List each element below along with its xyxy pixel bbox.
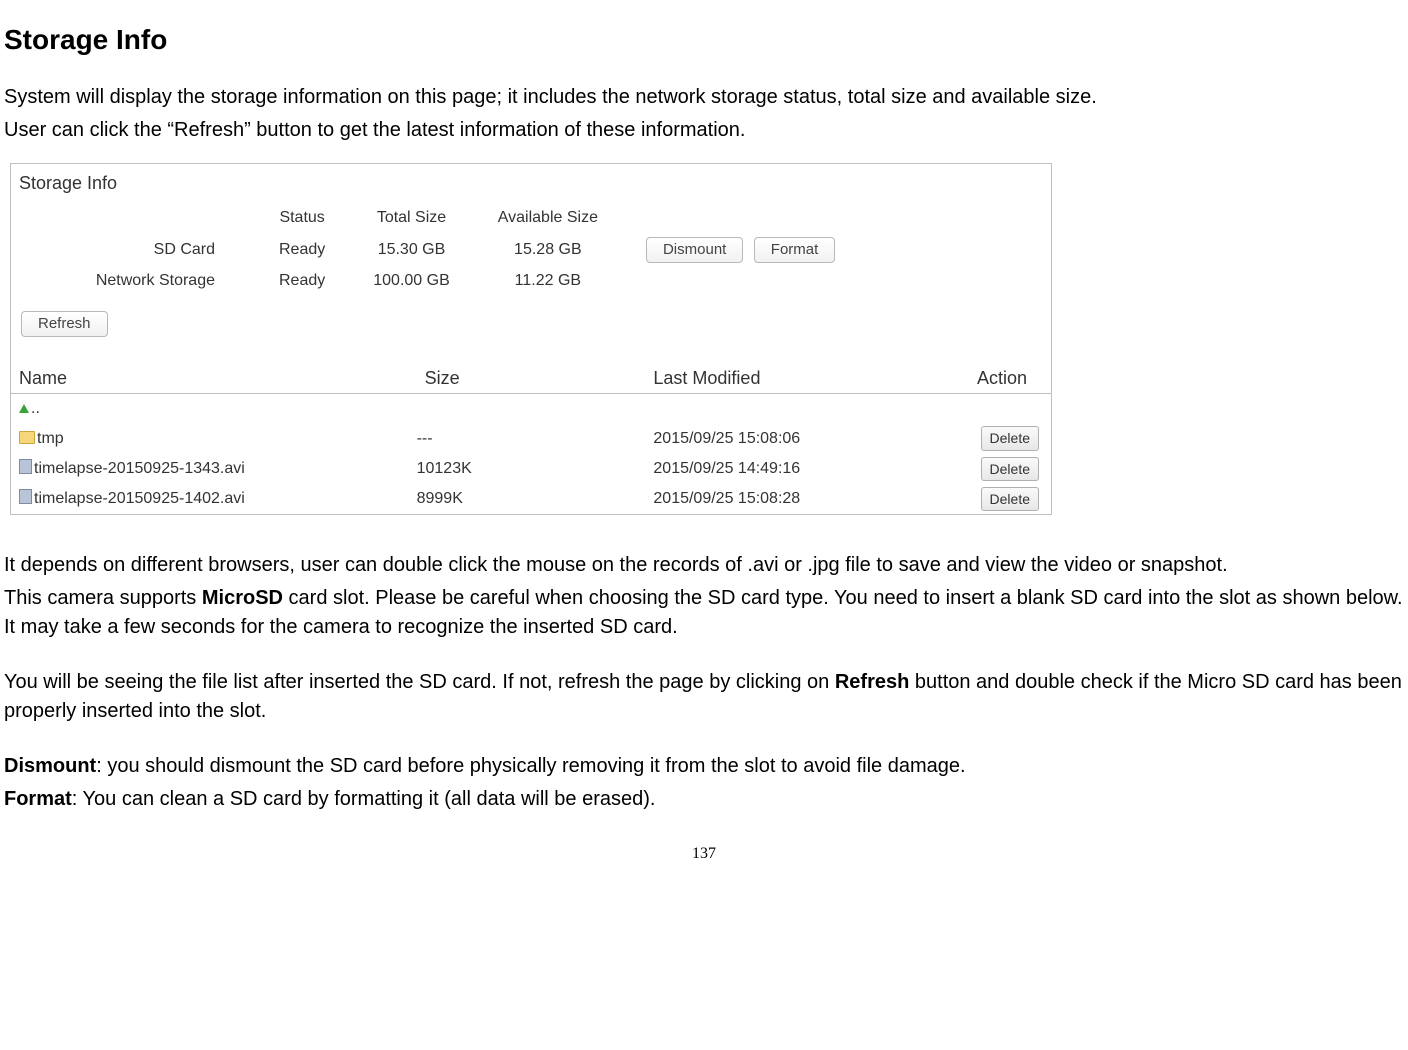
page-title: Storage Info bbox=[4, 20, 1404, 61]
storage-row-sdcard: SD Card Ready 15.30 GB 15.28 GB Dismount… bbox=[51, 235, 859, 267]
format-button[interactable]: Format bbox=[754, 237, 836, 263]
file-icon bbox=[19, 489, 32, 504]
dismount-button[interactable]: Dismount bbox=[646, 237, 743, 263]
intro-line-1: System will display the storage informat… bbox=[4, 83, 1404, 112]
storage-info-panel: Storage Info Status Total Size Available… bbox=[10, 163, 1052, 516]
file-modified: 2015/09/25 15:08:06 bbox=[645, 423, 926, 453]
delete-button[interactable]: Delete bbox=[981, 426, 1039, 450]
file-name: .. bbox=[31, 400, 40, 417]
row-avail: 11.22 GB bbox=[474, 267, 622, 296]
up-icon bbox=[19, 404, 29, 413]
file-modified: 2015/09/25 15:08:28 bbox=[645, 484, 926, 514]
row-status: Ready bbox=[255, 235, 349, 267]
file-col-modified: Last Modified bbox=[645, 361, 926, 394]
row-avail: 15.28 GB bbox=[474, 235, 622, 267]
file-col-size: Size bbox=[417, 361, 646, 394]
file-col-name: Name bbox=[11, 361, 417, 394]
file-name: tmp bbox=[37, 430, 64, 447]
file-size bbox=[417, 394, 646, 424]
page-number: 137 bbox=[4, 842, 1404, 865]
col-total: Total Size bbox=[349, 202, 474, 235]
bold-microsd: MicroSD bbox=[202, 587, 283, 609]
file-col-action: Action bbox=[926, 361, 1051, 394]
row-status: Ready bbox=[255, 267, 349, 296]
file-row-avi1[interactable]: timelapse-20150925-1343.avi 10123K 2015/… bbox=[11, 454, 1051, 484]
bold-dismount: Dismount bbox=[4, 755, 96, 777]
folder-icon bbox=[19, 431, 35, 444]
file-table: Name Size Last Modified Action .. tmp --… bbox=[11, 361, 1051, 514]
file-icon bbox=[19, 459, 32, 474]
col-status: Status bbox=[255, 202, 349, 235]
txt: : You can clean a SD card by formatting … bbox=[72, 788, 656, 810]
file-modified: 2015/09/25 14:49:16 bbox=[645, 454, 926, 484]
col-avail: Available Size bbox=[474, 202, 622, 235]
para-refresh: You will be seeing the file list after i… bbox=[4, 668, 1404, 726]
intro-line-2: User can click the “Refresh” button to g… bbox=[4, 116, 1404, 145]
txt: : you should dismount the SD card before… bbox=[96, 755, 965, 777]
row-total: 15.30 GB bbox=[349, 235, 474, 267]
delete-button[interactable]: Delete bbox=[981, 457, 1039, 481]
panel-title: Storage Info bbox=[11, 164, 1051, 196]
file-row-folder[interactable]: tmp --- 2015/09/25 15:08:06 Delete bbox=[11, 423, 1051, 453]
para-after-panel: It depends on different browsers, user c… bbox=[4, 551, 1404, 580]
row-total: 100.00 GB bbox=[349, 267, 474, 296]
bold-refresh: Refresh bbox=[835, 671, 909, 693]
file-size: --- bbox=[417, 423, 646, 453]
txt: This camera supports bbox=[4, 587, 202, 609]
row-label: SD Card bbox=[51, 235, 255, 267]
file-row-avi2[interactable]: timelapse-20150925-1402.avi 8999K 2015/0… bbox=[11, 484, 1051, 514]
para-microsd: This camera supports MicroSD card slot. … bbox=[4, 584, 1404, 642]
bold-format: Format bbox=[4, 788, 72, 810]
para-dismount: Dismount: you should dismount the SD car… bbox=[4, 752, 1404, 781]
file-name: timelapse-20150925-1343.avi bbox=[34, 460, 245, 477]
file-size: 10123K bbox=[417, 454, 646, 484]
delete-button[interactable]: Delete bbox=[981, 487, 1039, 511]
file-name: timelapse-20150925-1402.avi bbox=[34, 490, 245, 507]
file-modified bbox=[645, 394, 926, 424]
storage-row-network: Network Storage Ready 100.00 GB 11.22 GB bbox=[51, 267, 859, 296]
file-row-up[interactable]: .. bbox=[11, 394, 1051, 424]
refresh-button[interactable]: Refresh bbox=[21, 311, 108, 337]
para-format: Format: You can clean a SD card by forma… bbox=[4, 785, 1404, 814]
file-size: 8999K bbox=[417, 484, 646, 514]
storage-table: Status Total Size Available Size SD Card… bbox=[51, 202, 859, 296]
row-label: Network Storage bbox=[51, 267, 255, 296]
txt: You will be seeing the file list after i… bbox=[4, 671, 835, 693]
